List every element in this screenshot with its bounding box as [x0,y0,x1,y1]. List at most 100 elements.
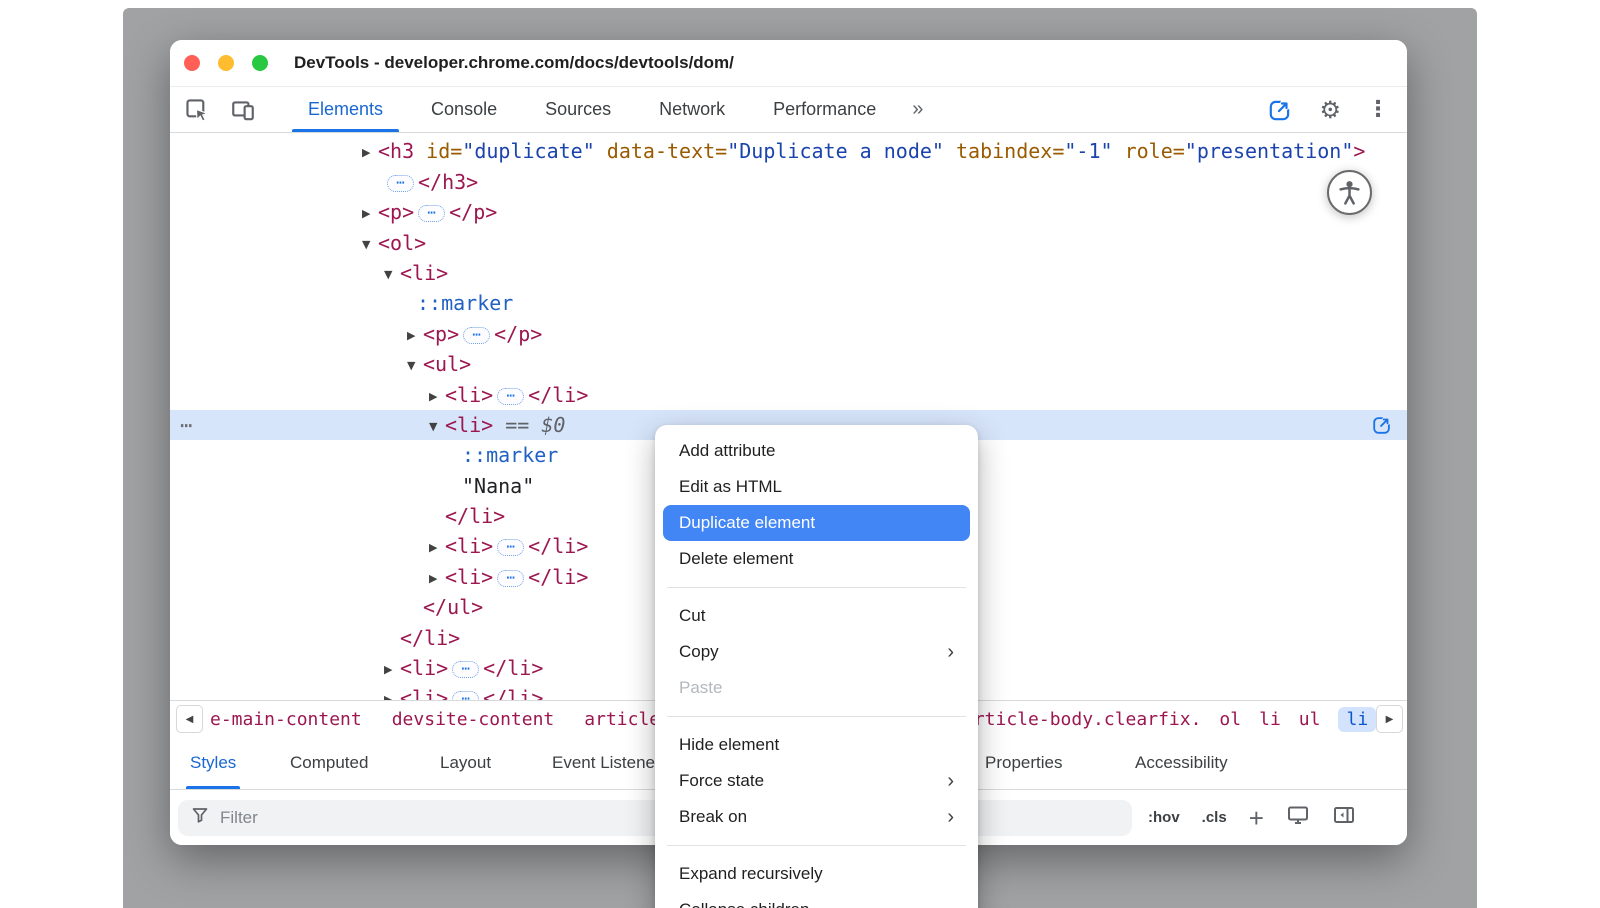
menu-item-duplicate-element[interactable]: Duplicate element [663,505,970,541]
disclosure-triangle-icon[interactable]: ▶ [429,564,445,594]
disclosure-triangle-icon[interactable]: ▶ [407,321,423,351]
dom-tree-row[interactable]: ::marker [170,288,1407,318]
more-content-badge[interactable]: ⋯ [463,327,490,344]
dom-text: <li> [400,261,448,285]
dom-tree-row[interactable]: ▶<li>⋯</li> [170,380,1407,410]
disclosure-triangle-icon[interactable]: ▶ [362,199,378,229]
zoom-button[interactable] [252,55,268,71]
tab-performance[interactable]: Performance [749,87,900,132]
breadcrumb-item[interactable]: li [1259,709,1281,730]
tab-layout[interactable]: Layout [440,737,491,789]
menu-separator [667,845,966,846]
menu-item-force-state[interactable]: Force state› [655,763,978,799]
breadcrumb-item[interactable]: ul [1299,709,1321,730]
tab-label: Performance [773,99,876,120]
tab-properties[interactable]: Properties [985,737,1062,789]
menu-item-hide-element[interactable]: Hide element [655,727,978,763]
menu-item-expand-recursively[interactable]: Expand recursively [655,856,978,892]
dom-text: <h3 [378,139,414,163]
breadcrumb-item[interactable]: article-body.clearfix. [963,709,1201,730]
accessibility-person-icon[interactable] [1327,170,1372,215]
dom-text: data-text= [595,139,727,163]
dom-tree-row[interactable]: ▶<p>⋯</p> [170,197,1407,227]
tab-label: Properties [985,753,1062,773]
disclosure-triangle-icon[interactable]: ▼ [384,260,400,290]
menu-separator [667,716,966,717]
breadcrumb-item[interactable]: ol [1219,709,1241,730]
menu-item-edit-as-html[interactable]: Edit as HTML [655,469,978,505]
disclosure-triangle-icon[interactable]: ▶ [384,685,400,700]
rendering-emulation-icon[interactable] [1286,803,1310,832]
gear-icon[interactable]: ⚙ [1319,96,1341,124]
menu-item-add-attribute[interactable]: Add attribute [655,433,978,469]
selected-node-badge-icon[interactable] [1371,414,1393,436]
crumb-scroll-left-icon[interactable]: ◀ [176,705,203,733]
more-content-badge[interactable]: ⋯ [497,539,524,556]
breadcrumb-item-selected[interactable]: li [1338,707,1376,732]
menu-item-copy[interactable]: Copy› [655,634,978,670]
dom-text: <li> [445,383,493,407]
styles-toolbar-buttons: :hov .cls + [1148,803,1356,832]
tab-elements[interactable]: Elements [284,87,407,132]
tab-label: Console [431,99,497,120]
disclosure-triangle-icon[interactable]: ▶ [362,138,378,168]
more-content-badge[interactable]: ⋯ [387,175,414,192]
breadcrumb-item[interactable]: devsite-content [392,709,555,730]
dom-text: <li> [445,413,493,437]
dom-text: </li> [400,626,460,650]
element-classes-button[interactable]: .cls [1202,809,1227,826]
close-button[interactable] [184,55,200,71]
crumb-scroll-right-icon[interactable]: ▶ [1376,705,1403,733]
dom-tree-row[interactable]: ▼<ol> [170,228,1407,258]
menu-item-delete-element[interactable]: Delete element [655,541,978,577]
dom-text: </li> [445,504,505,528]
menu-item-label: Copy [679,642,719,662]
dom-text: </p> [494,322,542,346]
inspect-mode-badge-icon[interactable] [1267,97,1293,123]
disclosure-triangle-icon[interactable]: ▼ [407,351,423,381]
device-toolbar-icon[interactable] [230,97,256,123]
new-style-rule-button[interactable]: + [1249,808,1264,828]
more-content-badge[interactable]: ⋯ [497,570,524,587]
sidebar-toggle-icon[interactable] [1332,803,1356,832]
tab-sources[interactable]: Sources [521,87,635,132]
tab-network[interactable]: Network [635,87,749,132]
more-content-badge[interactable]: ⋯ [452,691,479,700]
disclosure-triangle-icon[interactable]: ▶ [429,533,445,563]
disclosure-triangle-icon[interactable]: ▼ [429,412,445,442]
dom-tree-row[interactable]: ⋯</h3> [170,167,1407,197]
toggle-element-state-button[interactable]: :hov [1148,809,1180,826]
tab-console[interactable]: Console [407,87,521,132]
dom-text: "duplicate" [462,139,594,163]
menu-item-label: Collapse children [679,900,809,908]
disclosure-triangle-icon[interactable]: ▼ [362,230,378,260]
tab-accessibility[interactable]: Accessibility [1135,737,1228,789]
menu-item-break-on[interactable]: Break on› [655,799,978,835]
dom-tree-row[interactable]: ▶<p>⋯</p> [170,319,1407,349]
disclosure-triangle-icon[interactable]: ▶ [429,382,445,412]
row-options-icon[interactable]: ⋯ [180,410,192,440]
tab-styles[interactable]: Styles [190,737,236,789]
dom-text: </li> [483,686,543,700]
dom-tree-row[interactable]: ▼<li> [170,258,1407,288]
kebab-menu-icon[interactable]: ⋮ [1367,97,1389,122]
inspect-icon[interactable] [184,97,210,123]
more-tabs-icon[interactable]: » [900,98,935,121]
disclosure-triangle-icon[interactable]: ▶ [384,655,400,685]
window-title: DevTools - developer.chrome.com/docs/dev… [294,53,734,73]
dom-tree-row[interactable]: ▼<ul> [170,349,1407,379]
breadcrumb-item[interactable]: article [584,709,660,730]
tab-computed[interactable]: Computed [290,737,368,789]
menu-item-cut[interactable]: Cut [655,598,978,634]
menu-item-label: Paste [679,678,722,698]
more-content-badge[interactable]: ⋯ [497,388,524,405]
more-content-badge[interactable]: ⋯ [452,661,479,678]
tab-event-listeners[interactable]: Event Listeners [552,737,669,789]
minimize-button[interactable] [218,55,234,71]
dom-text: <li> [445,565,493,589]
dom-tree-row[interactable]: ▶<h3 id="duplicate" data-text="Duplicate… [170,136,1407,166]
breadcrumb-item[interactable]: e-main-content [210,709,362,730]
dom-text: <li> [400,656,448,680]
more-content-badge[interactable]: ⋯ [418,205,445,222]
menu-item-collapse-children[interactable]: Collapse children [655,892,978,908]
